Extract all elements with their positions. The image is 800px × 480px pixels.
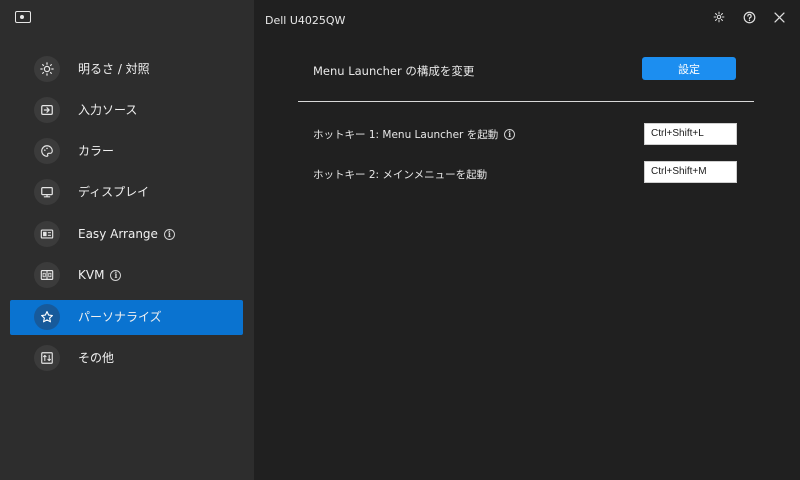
sidebar-item-color[interactable]: カラー <box>10 134 243 169</box>
palette-icon <box>34 138 60 164</box>
settings-gear-icon[interactable] <box>712 10 726 24</box>
star-icon <box>34 304 60 330</box>
hotkey-2-label: ホットキー 2: メインメニューを起動 <box>313 169 488 181</box>
input-source-icon <box>34 97 60 123</box>
sidebar-item-label-wrap: Easy Arrange i <box>78 217 175 252</box>
brightness-icon <box>34 56 60 82</box>
configure-button[interactable]: 設定 <box>642 57 736 80</box>
sidebar-item-label: KVM <box>78 268 105 282</box>
info-icon[interactable]: i <box>110 270 122 281</box>
sidebar-item-label: パーソナライズ <box>78 310 162 324</box>
sidebar-item-label-wrap: KVM i <box>78 258 122 293</box>
kvm-icon <box>34 262 60 288</box>
divider <box>298 101 754 102</box>
hotkey-2-field[interactable]: Ctrl+Shift+M <box>644 161 737 183</box>
menu-launcher-heading: Menu Launcher の構成を変更 <box>313 64 475 78</box>
sidebar: 明るさ / 対照 入力ソース カラー ディスプレイ Easy Arrange i… <box>0 0 254 480</box>
app-window: 明るさ / 対照 入力ソース カラー ディスプレイ Easy Arrange i… <box>0 0 800 480</box>
sidebar-item-label: その他 <box>78 351 115 365</box>
sidebar-item-label: ディスプレイ <box>78 185 150 199</box>
sidebar-item-label: カラー <box>78 144 115 158</box>
help-icon[interactable] <box>742 10 756 24</box>
sidebar-item-kvm[interactable]: KVM i <box>10 258 243 293</box>
hotkey-1-field[interactable]: Ctrl+Shift+L <box>644 123 737 145</box>
app-logo-icon <box>15 11 31 23</box>
sidebar-item-others[interactable]: その他 <box>10 341 243 376</box>
monitor-icon <box>34 179 60 205</box>
misc-icon <box>34 345 60 371</box>
sidebar-item-label: 入力ソース <box>78 103 138 117</box>
sidebar-item-label: Easy Arrange <box>78 227 158 241</box>
sidebar-item-personalize[interactable]: パーソナライズ <box>10 300 243 335</box>
hotkey-1-label-row: ホットキー 1: Menu Launcher を起動 i <box>313 127 516 142</box>
hotkey-2-label-row: ホットキー 2: メインメニューを起動 <box>313 167 487 182</box>
close-icon[interactable] <box>772 10 786 24</box>
sidebar-item-brightness[interactable]: 明るさ / 対照 <box>10 52 243 87</box>
sidebar-item-easy-arrange[interactable]: Easy Arrange i <box>10 217 243 252</box>
sidebar-item-label: 明るさ / 対照 <box>78 62 150 76</box>
sidebar-item-input-source[interactable]: 入力ソース <box>10 93 243 128</box>
info-icon[interactable]: i <box>504 129 516 140</box>
window-controls <box>712 10 786 24</box>
info-icon[interactable]: i <box>163 229 175 240</box>
window-title: Dell U4025QW <box>265 14 346 27</box>
sidebar-item-display[interactable]: ディスプレイ <box>10 175 243 210</box>
layout-icon <box>34 221 60 247</box>
hotkey-1-label: ホットキー 1: Menu Launcher を起動 <box>313 129 499 141</box>
